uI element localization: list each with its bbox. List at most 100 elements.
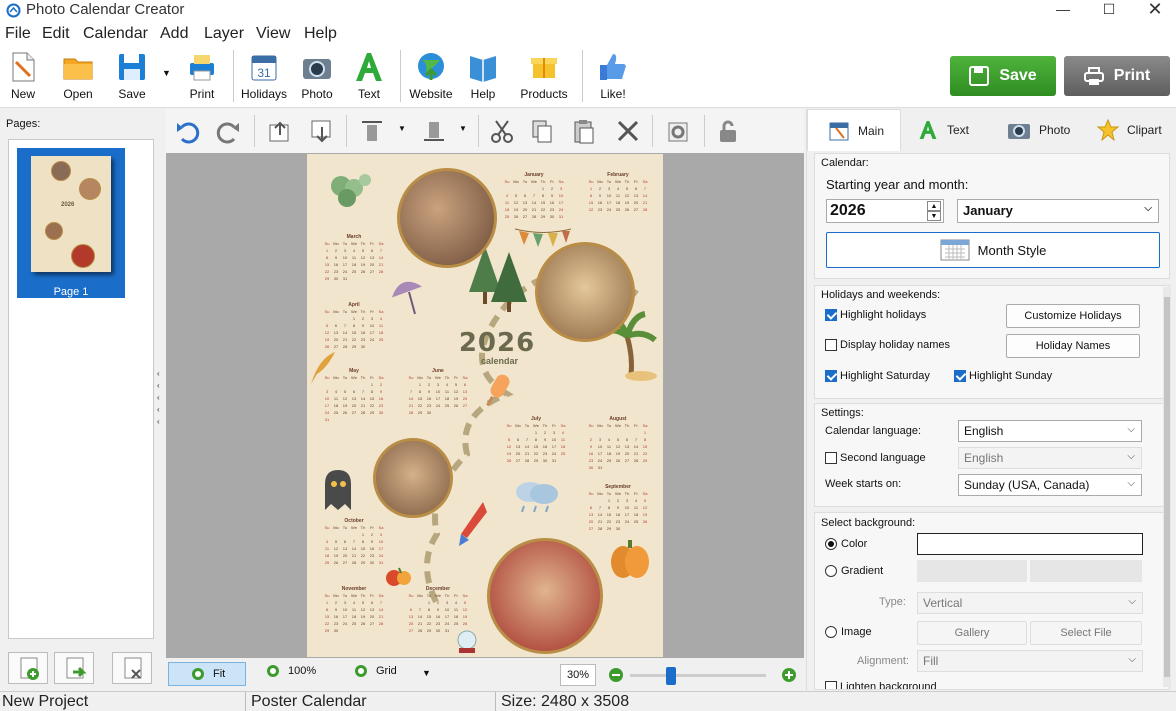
align-top-icon[interactable] (358, 117, 386, 145)
holiday-names-button[interactable]: Holiday Names (1006, 334, 1140, 358)
menu-view[interactable]: View (256, 25, 290, 43)
lock-icon[interactable] (714, 117, 742, 145)
gradient-color-1[interactable] (917, 560, 1027, 582)
properties-gear-icon[interactable] (664, 117, 692, 145)
menu-file[interactable]: File (5, 25, 31, 43)
tab-photo[interactable]: Photo (1007, 109, 1087, 151)
weekday-header: Mo (417, 375, 423, 380)
grid-button[interactable]: Grid (354, 664, 397, 678)
holidays-button[interactable]: 31 Holidays (241, 50, 287, 104)
month-grid-8: August Su Mo Tu We Th Fr Sa 1 2 3 4 5 6 7 8 9 10 11 12 13 14 1… (588, 416, 648, 470)
menu-help[interactable]: Help (304, 25, 337, 43)
grid-dropdown-chevron-icon[interactable]: ▼ (422, 668, 431, 678)
fit-button[interactable]: Fit (168, 662, 246, 686)
menu-layer[interactable]: Layer (204, 25, 244, 43)
open-button[interactable]: Open (58, 50, 98, 104)
close-button[interactable]: ✕ (1132, 0, 1176, 22)
menu-edit[interactable]: Edit (42, 25, 70, 43)
send-backward-icon[interactable] (308, 117, 336, 145)
calendar-language-label: Calendar language: (825, 425, 922, 437)
calendar-poster[interactable]: 2026 calendar January Su Mo Tu We Th Fr Sa 1 2 3 4 5… (307, 154, 663, 657)
panel-scrollbar[interactable] (1163, 287, 1171, 687)
ghost-clipart[interactable] (321, 466, 355, 514)
gallery-button[interactable]: Gallery (917, 621, 1027, 645)
photo-frame-mother-child[interactable] (373, 438, 453, 518)
print-button[interactable]: Print (1064, 56, 1170, 96)
zoom-100-button[interactable]: 100% (266, 664, 316, 678)
zoom-slider-thumb[interactable] (666, 667, 676, 685)
delete-icon[interactable] (614, 117, 642, 145)
lighten-background-checkbox[interactable] (825, 681, 837, 689)
menu-calendar[interactable]: Calendar (83, 25, 148, 43)
clover-clipart[interactable] (321, 166, 377, 216)
alignment-select[interactable]: Fill ⌵ (917, 650, 1143, 672)
color-radio[interactable] (825, 538, 837, 550)
menu-add[interactable]: Add (160, 25, 188, 43)
weekday-header: Sa (462, 593, 468, 598)
print-toolbar-button[interactable]: Print (182, 50, 222, 104)
zoom-out-icon[interactable] (608, 667, 624, 683)
highlight-sunday-checkbox[interactable] (954, 370, 966, 382)
ice-cream-clipart[interactable] (483, 370, 523, 410)
week-starts-select[interactable]: Sunday (USA, Canada) ⌵ (958, 474, 1142, 496)
rocket-clipart[interactable] (457, 498, 493, 548)
scissors-icon[interactable] (488, 117, 516, 145)
year-up-icon[interactable]: ▲ (927, 201, 941, 211)
add-page-button[interactable] (8, 652, 48, 684)
tab-text[interactable]: Text (917, 109, 997, 151)
select-file-button[interactable]: Select File (1030, 621, 1142, 645)
second-language-checkbox[interactable] (825, 452, 837, 464)
month-select[interactable]: January ⌵ (957, 199, 1159, 223)
products-button[interactable]: Products (520, 50, 568, 104)
save-toolbar-button[interactable]: Save (112, 50, 152, 104)
gradient-radio[interactable] (825, 565, 837, 577)
gradient-type-select[interactable]: Vertical ⌵ (917, 592, 1143, 614)
maximize-button[interactable]: ☐ (1086, 0, 1132, 22)
year-stepper[interactable]: 2026 ▲ ▼ (826, 199, 944, 223)
image-radio[interactable] (825, 626, 837, 638)
bring-forward-icon[interactable] (266, 117, 294, 145)
align-bottom-icon[interactable] (420, 117, 448, 145)
redo-icon[interactable] (214, 117, 242, 145)
zoom-slider-track[interactable] (630, 674, 766, 677)
text-toolbar-button[interactable]: Text (352, 50, 386, 104)
like-button[interactable]: Like! (596, 50, 630, 104)
cloud-clipart[interactable] (512, 474, 562, 514)
panel-collapse-handle[interactable]: ‹ ‹ ‹ ‹ ‹ (157, 368, 163, 428)
photo-frame-family[interactable] (397, 168, 497, 268)
fruit-clipart[interactable] (385, 564, 413, 588)
duplicate-page-button[interactable] (54, 652, 94, 684)
highlight-saturday-checkbox[interactable] (825, 370, 837, 382)
zoom-in-icon[interactable] (781, 667, 797, 683)
tab-main[interactable]: Main (807, 109, 901, 151)
display-holiday-names-checkbox[interactable] (825, 339, 837, 351)
tab-clipart[interactable]: Clipart (1097, 109, 1176, 151)
customize-holidays-button[interactable]: Customize Holidays (1006, 304, 1140, 328)
photo-frame-girl-dog[interactable] (535, 242, 635, 342)
month-style-button[interactable]: Month Style (826, 232, 1160, 268)
second-language-select[interactable]: English ⌵ (958, 447, 1142, 469)
save-dropdown-chevron-icon[interactable]: ▼ (162, 68, 171, 78)
color-swatch[interactable] (917, 533, 1143, 555)
copy-icon[interactable] (528, 117, 556, 145)
undo-icon[interactable] (174, 117, 202, 145)
umbrella-clipart[interactable] (387, 272, 427, 318)
paste-icon[interactable] (570, 117, 598, 145)
photo-toolbar-button[interactable]: Photo (298, 50, 336, 104)
align-dropdown-chevron-icon[interactable]: ▼ (398, 124, 406, 133)
photo-frame-christmas[interactable] (487, 538, 603, 654)
delete-page-button[interactable] (112, 652, 152, 684)
save-button[interactable]: Save (950, 56, 1056, 96)
pumpkin-clipart[interactable] (607, 532, 653, 582)
minimize-button[interactable]: — (1040, 0, 1086, 22)
calendar-language-select[interactable]: English ⌵ (958, 420, 1142, 442)
help-toolbar-button[interactable]: Help (466, 50, 500, 104)
page-thumbnail-1[interactable]: 2026 Page 1 (17, 148, 125, 298)
website-button[interactable]: Website (408, 50, 454, 104)
new-button[interactable]: New (4, 50, 42, 104)
gradient-color-2[interactable] (1030, 560, 1142, 582)
arrange-dropdown-chevron-icon[interactable]: ▼ (459, 124, 467, 133)
highlight-holidays-checkbox[interactable] (825, 309, 837, 321)
year-down-icon[interactable]: ▼ (927, 211, 941, 221)
zoom-value[interactable]: 30% (560, 664, 596, 686)
